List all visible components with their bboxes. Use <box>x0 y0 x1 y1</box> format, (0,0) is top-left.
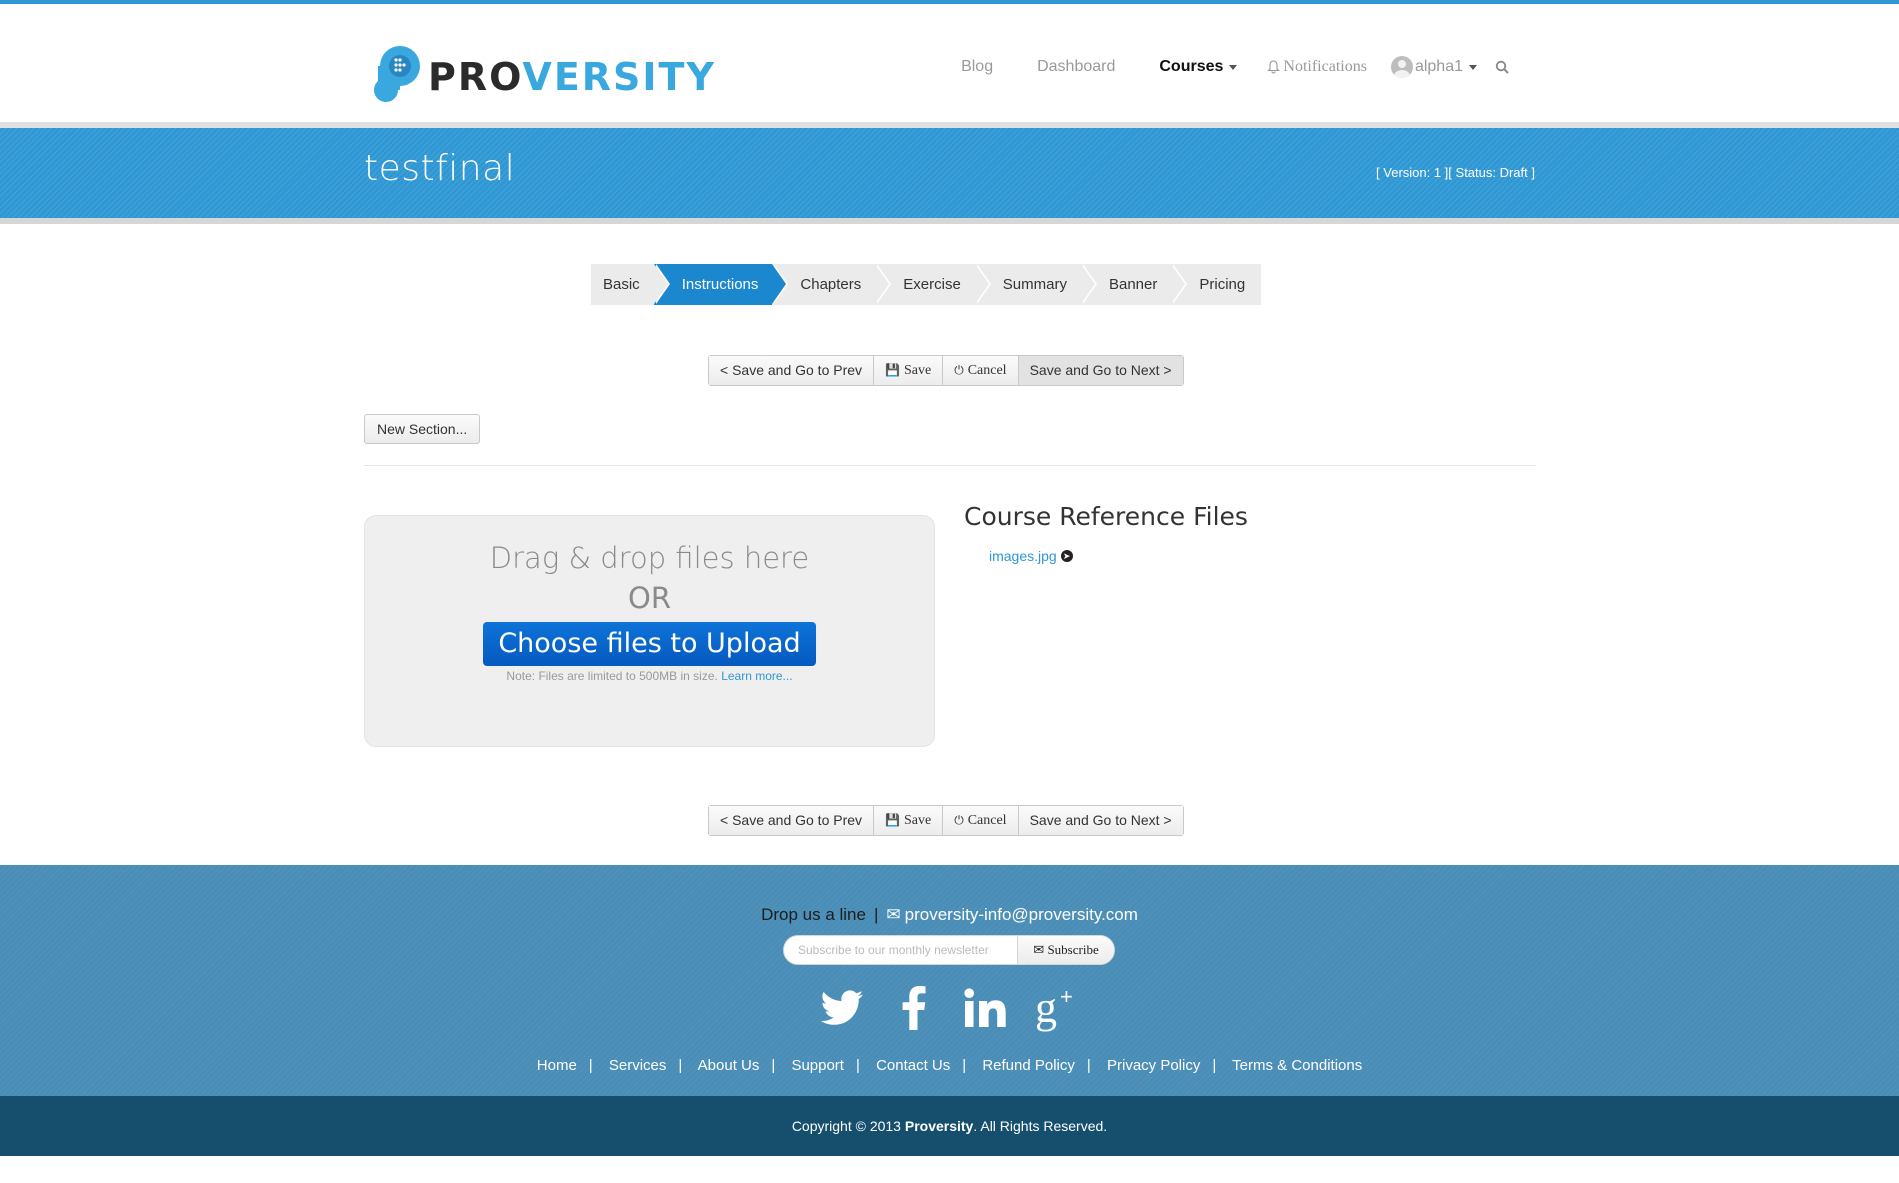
step-basic[interactable]: Basic <box>591 264 670 305</box>
save-go-next-button[interactable]: Save and Go to Next > <box>1018 356 1183 385</box>
learn-more-link[interactable]: Learn more... <box>721 669 792 683</box>
twitter-icon[interactable] <box>819 984 865 1032</box>
envelope-icon: ✉ <box>886 905 901 924</box>
nav-notifications[interactable]: Notifications <box>1267 58 1367 76</box>
separator: | <box>873 905 879 924</box>
brand-part-2: VERSITY <box>522 55 716 99</box>
logo[interactable]: PROVERSITY <box>370 44 716 110</box>
power-icon: ⏻ <box>954 813 964 827</box>
facebook-icon[interactable] <box>891 984 937 1032</box>
nav-notifications-label: Notifications <box>1283 58 1367 75</box>
logo-icon <box>374 46 420 102</box>
drop-us-label: Drop us a line <box>761 905 866 924</box>
cancel-button[interactable]: ⏻ Cancel <box>943 806 1019 835</box>
nav-user-menu[interactable]: alpha1 <box>1390 56 1477 78</box>
svg-text:+: + <box>1060 984 1073 1009</box>
upload-note: Note: Files are limited to 500MB in size… <box>365 669 934 683</box>
step-label: Basic <box>603 276 640 293</box>
nav-courses-label: Courses <box>1159 58 1224 75</box>
copyright-pre: Copyright © 2013 <box>791 1118 901 1134</box>
copyright-post: . All Rights Reserved. <box>973 1118 1108 1134</box>
new-section-button[interactable]: New Section... <box>364 414 481 444</box>
footer-link-refund[interactable]: Refund Policy <box>982 1057 1075 1074</box>
main-nav: Blog Dashboard Courses Notifications alp… <box>917 56 1509 78</box>
linkedin-icon[interactable] <box>963 984 1009 1032</box>
newsletter-email-input[interactable]: Subscribe to our monthly newsletter <box>784 936 1018 964</box>
nav-courses[interactable]: Courses <box>1159 58 1238 76</box>
reference-file-name: images.jpg <box>989 548 1057 564</box>
svg-text:g: g <box>1035 984 1057 1032</box>
chevron-down-icon <box>1469 64 1477 70</box>
copyright-text: Copyright © 2013 Proversity. All Rights … <box>0 1118 1899 1134</box>
social-links: g + <box>0 984 1899 1032</box>
upload-note-text: Note: Files are limited to 500MB in size… <box>506 669 718 683</box>
reference-files-title: Course Reference Files <box>964 502 1248 531</box>
save-go-prev-button[interactable]: < Save and Go to Prev <box>709 356 875 385</box>
footer-link-terms[interactable]: Terms & Conditions <box>1232 1057 1362 1074</box>
course-version-status: [ Version: 1 ][ Status: Draft ] <box>1376 165 1535 180</box>
brand-part-1: PRO <box>428 55 523 99</box>
power-icon: ⏻ <box>954 363 964 377</box>
bell-icon <box>1267 60 1281 74</box>
step-label: Chapters <box>800 276 862 293</box>
file-dropzone[interactable]: Drag & drop files here OR Choose files t… <box>364 515 935 747</box>
nav-user-label: alpha1 <box>1414 58 1463 75</box>
save-go-next-button[interactable]: Save and Go to Next > <box>1018 806 1183 835</box>
search-button[interactable] <box>1495 60 1509 74</box>
reference-file-link[interactable]: images.jpg ➤ <box>989 548 1073 564</box>
footer-link-support[interactable]: Support <box>791 1057 844 1074</box>
top-action-buttons: < Save and Go to Prev 💾 Save ⏻ Cancel Save… <box>708 355 1184 386</box>
step-label: Instructions <box>681 276 759 293</box>
footer-link-contact[interactable]: Contact Us <box>876 1057 950 1074</box>
dropzone-or-text: OR <box>628 581 671 615</box>
nav-dashboard[interactable]: Dashboard <box>1037 58 1115 76</box>
section-divider <box>364 465 1535 466</box>
wizard-steps: Basic Instructions Chapters Exercise Sum… <box>591 264 1262 305</box>
footer-link-services[interactable]: Services <box>609 1057 667 1074</box>
dropzone-drag-text: Drag & drop files here <box>489 541 810 575</box>
footer-links: Home | Services | About Us | Support | Conta… <box>536 1057 1363 1074</box>
choose-files-button[interactable]: Choose files to Upload <box>483 622 816 666</box>
contact-email-link[interactable]: proversity-info@proversity.com <box>905 905 1138 924</box>
step-label: Summary <box>1002 276 1067 293</box>
step-label: Banner <box>1108 276 1158 293</box>
step-label: Exercise <box>903 276 961 293</box>
contact-line: Drop us a line | ✉ proversity-info@proversi… <box>0 905 1899 925</box>
cancel-label: Cancel <box>967 363 1007 378</box>
bottom-action-buttons: < Save and Go to Prev 💾 Save ⏻ Cancel Save… <box>708 805 1184 836</box>
page: PROVERSITY Blog Dashboard Courses Notifi… <box>0 0 1899 1183</box>
course-title: testfinal <box>364 148 516 189</box>
envelope-icon: ✉ <box>1033 942 1045 957</box>
save-button[interactable]: 💾 Save <box>874 356 944 385</box>
subscribe-label: Subscribe <box>1047 942 1099 957</box>
step-label: Pricing <box>1199 276 1246 293</box>
footer-link-about[interactable]: About Us <box>698 1057 760 1074</box>
copyright-brand: Proversity <box>904 1118 974 1134</box>
footer-link-privacy[interactable]: Privacy Policy <box>1107 1057 1200 1074</box>
save-label: Save <box>903 813 932 828</box>
save-label: Save <box>903 363 932 378</box>
footer-link-home[interactable]: Home <box>537 1057 577 1074</box>
arrow-circle-right-icon: ➤ <box>1060 550 1073 562</box>
subscribe-button[interactable]: ✉ Subscribe <box>1018 936 1114 964</box>
save-icon: 💾 <box>885 813 900 827</box>
cancel-label: Cancel <box>967 813 1007 828</box>
newsletter-form: Subscribe to our monthly newsletter ✉ Su… <box>783 935 1115 965</box>
google-plus-icon[interactable]: g + <box>1035 984 1081 1032</box>
step-instructions[interactable]: Instructions <box>653 264 789 305</box>
course-banner <box>0 128 1899 222</box>
save-icon: 💾 <box>885 363 900 377</box>
header: PROVERSITY Blog Dashboard Courses Notifi… <box>0 4 1899 126</box>
save-button[interactable]: 💾 Save <box>874 806 944 835</box>
banner-divider <box>0 218 1899 224</box>
nav-blog[interactable]: Blog <box>961 58 993 76</box>
avatar-icon <box>1390 56 1413 78</box>
chevron-down-icon <box>1229 64 1238 70</box>
search-icon <box>1495 60 1509 74</box>
brand-name: PROVERSITY <box>428 55 716 99</box>
save-go-prev-button[interactable]: < Save and Go to Prev <box>709 806 875 835</box>
cancel-button[interactable]: ⏻ Cancel <box>943 356 1019 385</box>
